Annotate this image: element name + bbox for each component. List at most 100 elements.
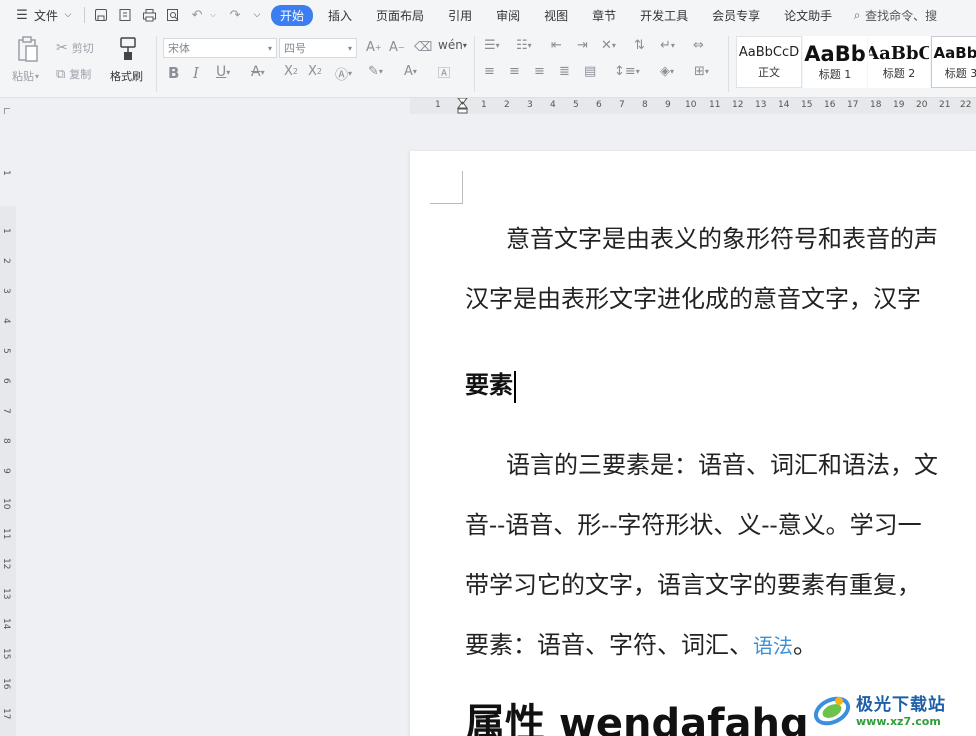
tab-paper-assistant[interactable]: 论文助手: [775, 5, 841, 26]
format-painter-button[interactable]: 格式刷: [110, 68, 143, 84]
font-name-select[interactable]: 宋体 ▾: [163, 38, 277, 58]
ruler-number: 2: [504, 100, 510, 110]
ruler-number: 8: [1, 438, 11, 444]
divider: [474, 36, 475, 92]
style-normal[interactable]: AaBbCcD 正文: [736, 36, 802, 88]
font-size-select[interactable]: 四号 ▾: [279, 38, 357, 58]
tab-developer-tools[interactable]: 开发工具: [631, 5, 697, 26]
paragraph-line[interactable]: 音--语音、形--字符形状、义--意义。学习一: [465, 505, 922, 540]
increase-font-icon[interactable]: A +: [366, 40, 382, 55]
style-heading-3[interactable]: AaBbC 标题 3: [931, 36, 976, 88]
tab-references[interactable]: 引用: [439, 5, 481, 26]
menu-bar: ☰ 文件 ⌵ ↶ ⌵ ↷ ⌵ 开始 插入 页面布局 引用 审阅 视图 章节 开发…: [0, 0, 976, 30]
tab-view[interactable]: 视图: [535, 5, 577, 26]
bullet-list-icon[interactable]: ☰ ▾: [484, 38, 500, 53]
chevron-down-icon[interactable]: ⌵: [60, 7, 76, 23]
tab-section[interactable]: 章节: [583, 5, 625, 26]
save-icon[interactable]: [93, 7, 109, 23]
highlight-icon[interactable]: ✎ ▾: [368, 64, 383, 79]
paragraph-line[interactable]: 带学习它的文字，语言文字的要素有重复，: [465, 565, 921, 600]
copy-icon: ⧉: [56, 66, 66, 82]
export-pdf-icon[interactable]: [117, 7, 133, 23]
ruler-number: 1: [435, 100, 441, 110]
ruler-number: 4: [1, 318, 11, 324]
paragraph-line[interactable]: 意音文字是由表义的象形符号和表音的声: [465, 219, 938, 254]
ruler-number: 9: [665, 100, 671, 110]
style-heading-1[interactable]: AaBb 标题 1: [803, 36, 867, 88]
search-icon[interactable]: ⌕: [849, 7, 865, 23]
underline-icon[interactable]: U ▾: [216, 64, 230, 80]
ruler-number: 15: [801, 100, 813, 110]
ruler-number: 19: [893, 100, 905, 110]
ruler-number: 21: [939, 100, 951, 110]
ruler-number: 12: [732, 100, 744, 110]
document-page[interactable]: 意音文字是由表义的象形符号和表音的声 汉字是由表形文字进化成的意音文字，汉字 要…: [410, 151, 976, 736]
paste-button[interactable]: 粘贴 ▾: [12, 68, 39, 84]
print-icon[interactable]: [141, 7, 157, 23]
ruler-number: 10: [685, 100, 697, 110]
ruler-number: 16: [1, 678, 11, 690]
line-spacing-icon[interactable]: ↕≡ ▾: [614, 64, 640, 79]
hyperlink[interactable]: 语法: [753, 634, 793, 658]
align-left-icon[interactable]: ≡: [484, 64, 495, 79]
sort-icon[interactable]: ⇅: [634, 38, 645, 53]
customize-toolbar-icon[interactable]: ⌵: [249, 7, 265, 23]
paragraph-line[interactable]: 汉字是由表形文字进化成的意音文字，汉字: [465, 279, 921, 314]
chevron-down-icon: ▾: [267, 43, 272, 53]
tab-page-layout[interactable]: 页面布局: [367, 5, 433, 26]
font-color-icon[interactable]: A ▾: [404, 64, 417, 79]
paragraph-line[interactable]: 要素：语音、字符、词汇、语法。: [465, 625, 817, 660]
chevron-down-icon[interactable]: ⌵: [205, 7, 221, 23]
copy-button[interactable]: ⧉ 复制: [56, 66, 91, 82]
ruler-number: 3: [527, 100, 533, 110]
justify-icon[interactable]: ≣: [559, 64, 570, 79]
paste-icon[interactable]: [16, 36, 40, 64]
italic-icon[interactable]: I: [193, 64, 199, 82]
print-preview-icon[interactable]: [165, 7, 181, 23]
hamburger-menu-icon[interactable]: ☰: [14, 7, 30, 23]
character-border-icon[interactable]: 🄰: [438, 64, 450, 81]
indent-marker[interactable]: [457, 98, 468, 114]
cut-button[interactable]: ✂ 剪切: [56, 40, 94, 56]
undo-icon[interactable]: ↶: [189, 7, 205, 23]
tab-home[interactable]: 开始: [271, 4, 314, 26]
tab-member-exclusive[interactable]: 会员专享: [703, 5, 769, 26]
decrease-indent-icon[interactable]: ⇤: [551, 38, 562, 53]
shading-icon[interactable]: ◈ ▾: [660, 64, 674, 79]
format-painter-icon[interactable]: [118, 36, 138, 62]
superscript-icon[interactable]: X2: [284, 64, 298, 79]
align-center-icon[interactable]: ≡: [509, 64, 520, 79]
ruler-number: 13: [755, 100, 767, 110]
horizontal-ruler[interactable]: 1 1 2 3 4 5 6 7 8 9 10 11 12 13 14 15 16…: [0, 98, 976, 114]
ruler-number: 1: [481, 100, 487, 110]
paragraph-line[interactable]: 语言的三要素是：语音、词汇和语法，文: [465, 445, 938, 480]
show-marks-icon[interactable]: ↵ ▾: [660, 38, 675, 53]
subscript-icon[interactable]: X2: [308, 64, 322, 79]
borders-icon[interactable]: ⊞ ▾: [694, 64, 709, 79]
pinyin-guide-icon[interactable]: wén ▾: [438, 38, 467, 52]
file-menu[interactable]: 文件: [34, 7, 58, 24]
style-heading-2[interactable]: AaBbC 标题 2: [868, 36, 930, 88]
section-heading[interactable]: 属性 wendafahg: [465, 691, 809, 736]
decrease-font-icon[interactable]: A −: [389, 40, 405, 55]
bold-icon[interactable]: B: [168, 64, 179, 82]
ruler-number: 14: [1, 618, 11, 630]
command-search[interactable]: 查找命令、搜: [865, 7, 937, 24]
section-heading[interactable]: 要素: [465, 365, 516, 403]
spacing-icon[interactable]: ⇔: [693, 38, 704, 53]
distributed-icon[interactable]: ▤: [584, 64, 596, 79]
strikethrough-icon[interactable]: A ▾: [251, 64, 265, 80]
vertical-ruler[interactable]: 1 1 2 3 4 5 6 7 8 9 10 11 12 13 14 15 16…: [0, 114, 16, 736]
increase-indent-icon[interactable]: ⇥: [577, 38, 588, 53]
ruler-number: 22: [960, 100, 972, 110]
align-right-icon[interactable]: ≡: [534, 64, 545, 79]
tab-insert[interactable]: 插入: [319, 5, 361, 26]
ruler-number: 12: [1, 558, 11, 570]
clear-format-icon[interactable]: ⌫: [414, 40, 432, 55]
ruler-number: 5: [1, 348, 11, 354]
redo-icon[interactable]: ↷: [227, 7, 243, 23]
tab-review[interactable]: 审阅: [487, 5, 529, 26]
numbered-list-icon[interactable]: ☷ ▾: [516, 38, 532, 53]
text-effect-icon[interactable]: Ⓐ ▾: [335, 64, 352, 83]
chinese-layout-icon[interactable]: ✕ ▾: [601, 38, 616, 53]
